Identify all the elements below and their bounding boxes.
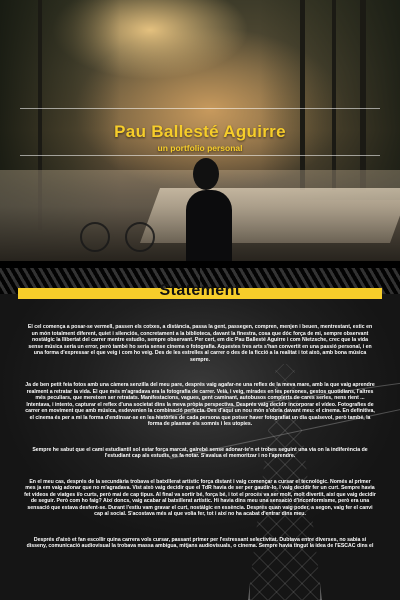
statement-section: Statement El cel comença a posar-se verm…: [0, 268, 400, 600]
statement-paragraph: Ja de ben petit feia fotos amb una càmer…: [25, 382, 375, 427]
statement-heading: Statement: [159, 282, 241, 299]
hero-bicycle-wheel: [80, 222, 110, 252]
section-divider: [0, 261, 400, 268]
hero-tree-trunk: [300, 0, 305, 190]
hero-banner: Pau Ballesté Aguirre un portfolio person…: [0, 0, 400, 261]
statement-paragraph: Després d'això et fan escollir quina car…: [26, 536, 374, 550]
hero-bicycle-wheel: [125, 222, 155, 252]
page-subtitle: un portfolio personal: [157, 143, 243, 153]
hero-tree-trunk: [332, 0, 336, 190]
statement-paragraph: Sempre he sabut que el camí estudiantil …: [32, 446, 368, 460]
statement-paragraph: En el meu cas, després de la secundària …: [24, 478, 376, 518]
hero-person-body: [186, 190, 232, 261]
page-title: Pau Ballesté Aguirre: [114, 122, 286, 141]
statement-paragraph: El cel comença a posar-se vermell, passe…: [27, 324, 373, 363]
statement-text: El cel comença a posar-se vermell, passe…: [24, 324, 376, 569]
hero-sunlit-path: [139, 188, 400, 243]
hero-person-head: [193, 158, 219, 190]
hero-tree-trunk: [360, 0, 366, 190]
